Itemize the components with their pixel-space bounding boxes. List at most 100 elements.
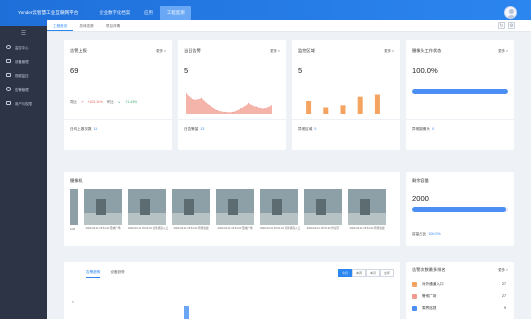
camera-caption: 2020-03-11 15:51:22 警戒广场: [85, 227, 121, 230]
card-title: 摄像头工作状态: [412, 48, 442, 53]
online-progress-bar: [412, 89, 508, 94]
sidebar-item-monitor-center[interactable]: 监控中心: [0, 40, 47, 54]
foot-value: 0: [314, 127, 317, 131]
topnav-apps[interactable]: 应用: [137, 6, 160, 20]
range-today[interactable]: 今日: [337, 269, 352, 277]
user-icon: [6, 101, 11, 105]
sidebar-item-alerts[interactable]: 告警管理: [0, 82, 47, 96]
tab-tools: ↻ ⚙: [498, 22, 515, 29]
more-link[interactable]: 更多 >: [384, 48, 394, 53]
capacity-value: 2000: [412, 194, 429, 203]
sidebar-item-label: 设备管理: [15, 59, 29, 64]
camera-thumb[interactable]: 2020-03-11 15:51:22 对外通道入口: [260, 189, 300, 230]
today-alarm-area-chart: [186, 92, 272, 114]
mom-label: 环比: [106, 100, 114, 104]
camera-thumb[interactable]: 2020-03-11 15:51:22 警戒广场: [216, 189, 254, 230]
more-link[interactable]: 更多 >: [156, 48, 166, 53]
camera-thumb[interactable]: 2020-03-11 15:51:22 作业区: [304, 189, 342, 230]
rank-label: 警戒广场: [422, 293, 437, 298]
yoy-label: 同比: [70, 100, 77, 104]
tab-project[interactable]: 项目详情: [100, 22, 126, 31]
rank-color-icon: [412, 293, 417, 299]
capacity-card: 剩余容量 2000 容量占比 100.0%: [406, 172, 514, 246]
card-footer: 日均上报次数 11: [70, 127, 97, 132]
online-rate: 100.0%: [412, 66, 438, 75]
range-year[interactable]: 全年: [379, 269, 394, 277]
rank-color-icon: [412, 281, 417, 287]
foot-value: 11: [93, 127, 98, 131]
area-point: [186, 92, 187, 94]
camera-caption: 2020-03-11 15:51:22 对外通道入口: [128, 227, 169, 230]
camera-thumb[interactable]: 2020-03-11 15:51:22 周界巡视: [172, 189, 210, 230]
arrow-down-icon: ↘: [117, 99, 121, 104]
camera-thumb-partial[interactable]: [70, 189, 78, 225]
sidebar-item-label: 用户与权限: [15, 101, 32, 106]
alarm-area-bar-chart: [306, 94, 380, 114]
foot-label: 容量占比: [412, 232, 427, 236]
user-avatar[interactable]: [504, 6, 517, 19]
yoy-value: +102.11%: [87, 99, 103, 104]
trend-card: 告警趋势 设备趋势 今日 本周 本月 全年 8: [64, 262, 400, 319]
sidebar-item-label: 告警管理: [15, 87, 29, 92]
camera-caption: 2020-03-11 15:51:22 警戒广场: [217, 227, 253, 230]
camera-image: [348, 189, 386, 225]
mom-value: -71.43%: [124, 99, 138, 104]
card-title: 告警上报: [70, 48, 87, 53]
ranking-row[interactable]: 对外通道入口 27: [412, 279, 508, 289]
foot-label: 异常区域: [298, 127, 313, 131]
range-month[interactable]: 本月: [365, 269, 380, 277]
camera-image: [128, 189, 166, 225]
topnav-monitoring[interactable]: 工程监测: [159, 6, 192, 20]
area-point: [224, 111, 226, 113]
foot-value: 13: [200, 127, 205, 131]
card-footer: 异常摄像头 0: [412, 127, 434, 132]
alarm-report-card: 告警上报 更多 > 69 同比 ↗ +102.11% 环比 ↘ -71.43% …: [64, 40, 172, 150]
tab-alarm-trend[interactable]: 告警趋势: [86, 270, 101, 278]
card-title: 剩余容量: [412, 178, 429, 183]
alarm-count: 69: [70, 66, 79, 75]
camera-caption: 2020-03-11 15:51:22 作业区: [306, 227, 340, 230]
rank-color-icon: [412, 305, 417, 311]
ranking-row[interactable]: 周界巡视 9: [412, 303, 508, 313]
range-week[interactable]: 本周: [351, 269, 366, 277]
bar: [340, 105, 346, 114]
topnav-archive[interactable]: 企业数字化档案: [92, 6, 137, 20]
menu-toggle-icon[interactable]: ☰: [0, 30, 47, 40]
settings-icon[interactable]: ⚙: [508, 22, 515, 29]
more-link[interactable]: 更多 >: [498, 48, 508, 53]
tab-home[interactable]: 工程首页: [47, 22, 74, 31]
y-tick: 8: [72, 300, 74, 304]
area-point: [240, 108, 242, 110]
sidebar-item-video[interactable]: 视频监控: [0, 68, 47, 82]
area-point: [201, 97, 203, 99]
today-alarm-count: 5: [184, 66, 189, 75]
more-link[interactable]: 更多 >: [270, 48, 280, 53]
tab-device-trend[interactable]: 设备趋势: [110, 270, 124, 278]
tab-overview[interactable]: 总体态势: [73, 22, 99, 31]
divider: [292, 119, 400, 120]
camera-image: [260, 189, 298, 225]
trend-row: 同比 ↗ +102.11% 环比 ↘ -71.43%: [70, 99, 138, 105]
foot-value: 0: [431, 127, 434, 131]
rank-value: 9: [504, 306, 506, 310]
area-series: [186, 93, 272, 114]
alarm-area-card: 监控区域 更多 > 5 异常区域 0: [292, 40, 400, 150]
refresh-icon[interactable]: ↻: [498, 22, 505, 29]
camera-thumb[interactable]: 2020-03-11 15:51:22 警戒广场: [84, 189, 122, 230]
camera-strip: 2020-03-11 15:51:22 警戒广场 2020-03-11 15:5…: [84, 189, 386, 230]
foot-label: 异常摄像头: [412, 127, 430, 131]
progress-fill: [412, 207, 507, 212]
camera-thumb[interactable]: 2020-03-11 15:51:22 周界巡视: [348, 189, 386, 230]
bar: [374, 94, 380, 114]
range-selector: 今日 本周 本月 全年: [337, 269, 394, 277]
circle-icon: [6, 45, 11, 49]
card-footer: 日告警量 13: [184, 127, 204, 132]
sidebar-item-devices[interactable]: 设备管理: [0, 54, 47, 68]
more-link[interactable]: 更多 >: [498, 267, 508, 272]
area-point: [208, 104, 210, 106]
sidebar-item-users[interactable]: 用户与权限: [0, 96, 47, 110]
camera-image: [216, 189, 254, 225]
camera-thumb[interactable]: 2020-03-11 15:51:22 对外通道入口: [128, 189, 169, 230]
ranking-row[interactable]: 警戒广场 27: [412, 291, 508, 301]
camera-caption: 2020-03-11 15:51:22 周界巡视: [349, 227, 385, 230]
